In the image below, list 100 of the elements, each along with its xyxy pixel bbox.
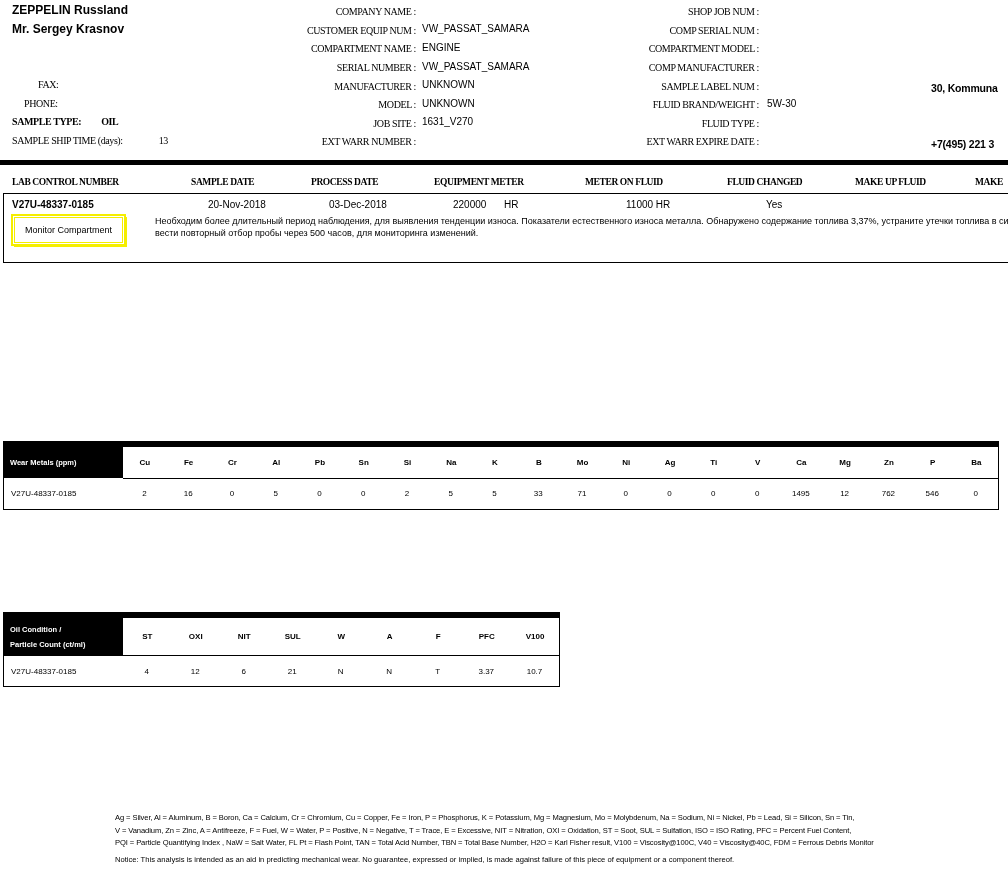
column-header: SAMPLE DATE <box>191 176 255 187</box>
field-label: CUSTOMER EQUIP NUM : <box>307 24 416 36</box>
table-cell-text: 20-Nov-2018 <box>207 198 266 210</box>
table-cell: 4 <box>123 655 172 687</box>
table-cell: 3.37 <box>462 655 511 687</box>
table-cell: 33 <box>516 478 561 510</box>
column-header: METER ON FLUID <box>585 176 663 187</box>
column-header: Pb <box>298 443 342 479</box>
column-header: Cu <box>123 443 167 479</box>
field-label: MODEL : <box>378 99 416 111</box>
column-header: Mg <box>823 443 867 479</box>
field-label: SAMPLE LABEL NUM : <box>661 80 759 92</box>
field-value: UNKNOWN <box>422 97 476 109</box>
field-value: ENGINE <box>422 42 462 53</box>
column-header: Zn <box>867 443 911 479</box>
field-label: SAMPLE SHIP TIME (days): <box>12 134 123 146</box>
column-header: Al <box>254 443 299 479</box>
column-header: PFC <box>462 614 511 656</box>
column-header: Ba <box>954 443 999 479</box>
field-label: COMP SERIAL NUM : <box>669 24 759 36</box>
table-cell: 10.7 <box>511 655 560 687</box>
table-cell: 6 <box>220 655 269 687</box>
field-value: VW_PASSAT_SAMARA <box>422 23 531 35</box>
contact-name: Mr. Sergey Krasnov <box>11 21 126 36</box>
column-header: Sn <box>341 443 386 479</box>
column-header: W <box>317 614 366 656</box>
address-text: 30, Kommuna <box>931 81 999 94</box>
table-cell: 0 <box>341 478 386 510</box>
field-label: FLUID TYPE : <box>701 117 759 129</box>
column-header: ST <box>123 614 172 656</box>
column-header: PROCESS DATE <box>311 176 379 187</box>
table-cell: 5 <box>254 478 299 510</box>
phone-number: +7(495) 221 3 <box>931 137 996 150</box>
column-header: Ca <box>779 443 824 479</box>
table-cell: 2 <box>123 478 167 510</box>
column-header: LAB CONTROL NUMBER <box>12 176 119 187</box>
field-value: VW_PASSAT_SAMARA <box>422 60 531 72</box>
column-header: Ag <box>648 443 692 479</box>
table-cell-text: Yes <box>765 198 783 210</box>
column-header: Mo <box>560 443 605 479</box>
table-cell: 21 <box>268 655 317 687</box>
table-cell: 71 <box>560 478 605 510</box>
table-cell-text: 11000 HR <box>625 198 671 210</box>
column-header: MAKE <box>975 176 1003 187</box>
field-label: SAMPLE TYPE: <box>12 116 82 128</box>
column-header: NIT <box>220 614 269 656</box>
column-header: Cr <box>210 443 255 479</box>
field-label: SHOP JOB NUM : <box>688 6 759 18</box>
field-label: PHONE: <box>24 97 58 109</box>
table-cell: V27U-48337-0185 <box>3 478 123 510</box>
table-cell: N <box>365 655 414 687</box>
column-header: EQUIPMENT METER <box>434 176 524 187</box>
column-header: OXI <box>171 614 220 656</box>
field-value: OIL <box>101 116 119 128</box>
field-label: COMPANY NAME : <box>335 6 416 18</box>
table-cell: V27U-48337-0185 <box>12 198 94 210</box>
column-header: F <box>414 614 463 656</box>
comment-text: Необходим более длительный период наблюдения, для выявления тенденции износа. Показатели естественного износа металла. Обнаружено содержание топлива 3,37%, устраните утечки топлива в си <box>155 214 1008 227</box>
column-header: A <box>365 614 414 656</box>
table-cell: 0 <box>648 478 692 510</box>
table-cell: 0 <box>954 478 999 510</box>
field-value: UNKNOWN <box>422 79 476 91</box>
column-header: Fe <box>166 443 211 479</box>
field-label: FLUID BRAND/WEIGHT : <box>652 99 759 111</box>
table-cell: 0 <box>735 478 780 510</box>
status-label: Monitor Compartment <box>12 214 126 245</box>
column-header: B <box>516 443 561 479</box>
table-cell: 0 <box>210 478 255 510</box>
field-label: EXT WARR EXPIRE DATE : <box>646 136 759 148</box>
table-cell: 1495 <box>779 478 824 510</box>
table-cell-text: HR <box>503 198 519 210</box>
table-cell: 12 <box>171 655 220 687</box>
table-cell: 2 <box>385 478 430 510</box>
table-cell: 0 <box>604 478 649 510</box>
field-label: SERIAL NUMBER : <box>336 62 416 74</box>
column-header: Ni <box>604 443 649 479</box>
column-header: Si <box>385 443 430 479</box>
field-label: COMP MANUFACTURER : <box>648 62 759 74</box>
column-header: P <box>910 443 955 479</box>
table-cell: N <box>317 655 366 687</box>
column-header: FLUID CHANGED <box>727 176 803 187</box>
field-value: 5W-30 <box>767 97 798 109</box>
column-header: SUL <box>268 614 317 656</box>
table-cell-text: 220000 <box>452 198 487 210</box>
table-cell: T <box>414 655 463 687</box>
table-cell: 762 <box>867 478 911 510</box>
table-cell: 12 <box>823 478 867 510</box>
table-cell: 5 <box>473 478 517 510</box>
table-cell-text: 03-Dec-2018 <box>328 198 387 210</box>
column-header: V100 <box>511 614 560 656</box>
table-cell: 0 <box>298 478 342 510</box>
table-cell: V27U-48337-0185 <box>3 655 123 687</box>
column-header: Na <box>429 443 474 479</box>
field-label: COMPARTMENT NAME : <box>311 43 416 55</box>
field-value: 13 <box>158 134 168 146</box>
field-value: 1631_V270 <box>422 116 475 128</box>
table-cell: 5 <box>429 478 474 510</box>
column-header: MAKE UP FLUID <box>855 176 926 187</box>
field-label: JOB SITE : <box>373 117 416 129</box>
table-cell: 546 <box>910 478 955 510</box>
